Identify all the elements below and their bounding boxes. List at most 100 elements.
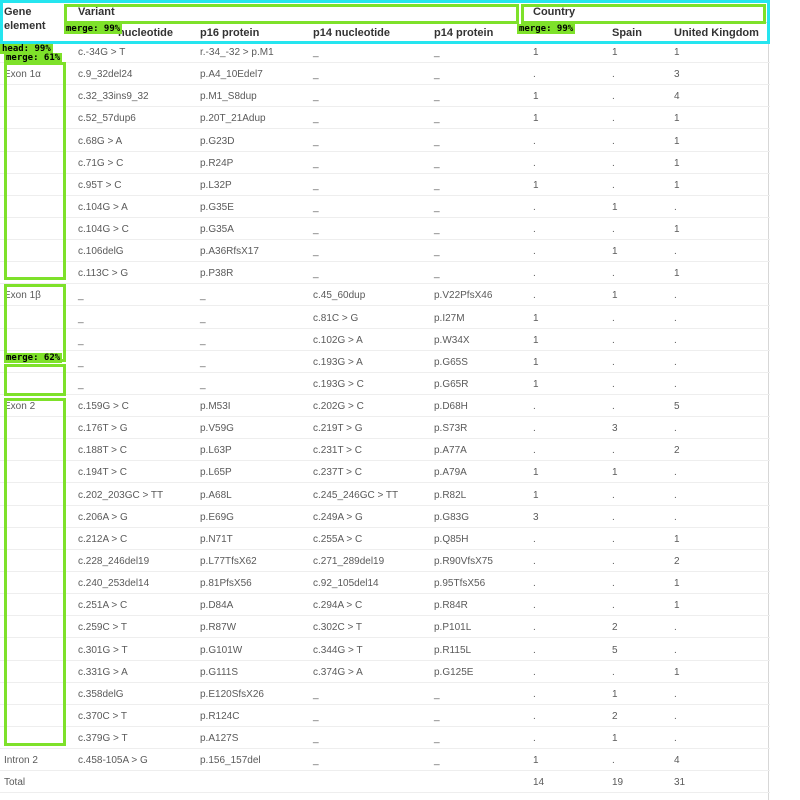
table-cell: 1 (612, 47, 618, 58)
table-cell: . (533, 158, 536, 169)
table-cell: p.S73R (434, 423, 468, 434)
table-row (0, 283, 770, 284)
table-cell: r.-34_-32 > p.M1 (200, 47, 274, 58)
table-cell: p.V59G (200, 423, 234, 434)
table-cell: 1 (674, 268, 680, 279)
table-cell: . (612, 180, 615, 191)
table-cell: 1 (533, 755, 539, 766)
table-cell: . (533, 578, 536, 589)
table-cell: . (674, 733, 677, 744)
table-cell: 1 (533, 113, 539, 124)
table-cell: p.A127S (200, 733, 239, 744)
table-cell: _ (434, 268, 440, 279)
table-cell: . (612, 357, 615, 368)
table-cell: _ (434, 69, 440, 80)
gene-element-cell: Total (4, 777, 26, 788)
table-cell: p.E120SfsX26 (200, 689, 264, 700)
table-cell: p.G101W (200, 645, 243, 656)
table-cell: c.237T > C (313, 467, 363, 478)
table-cell: c.104G > C (78, 224, 129, 235)
table-cell: _ (313, 180, 319, 191)
table-cell: 1 (674, 224, 680, 235)
table-cell: . (612, 578, 615, 589)
table-cell: _ (313, 689, 319, 700)
table-cell: p.R24P (200, 158, 234, 169)
table-cell: . (674, 335, 677, 346)
table-cell: _ (78, 335, 84, 346)
table-cell: . (612, 512, 615, 523)
table-cell: 1 (612, 290, 618, 301)
table-cell: . (612, 445, 615, 456)
table-cell: _ (434, 224, 440, 235)
table-cell: p.P38R (200, 268, 234, 279)
table-cell: p.R87W (200, 622, 237, 633)
table-row (0, 549, 770, 550)
table-cell: . (612, 313, 615, 324)
table-cell: c.249A > G (313, 512, 363, 523)
table-cell: . (533, 290, 536, 301)
table-cell: c.113C > G (78, 268, 129, 279)
table-cell: _ (313, 69, 319, 80)
table-cell: _ (434, 755, 440, 766)
table-cell: p.Q85H (434, 534, 469, 545)
table-cell: c.302C > T (313, 622, 363, 633)
table-cell: c.102G > A (313, 335, 363, 346)
table-cell: _ (434, 47, 440, 58)
table-cell: . (612, 600, 615, 611)
table-row (0, 372, 770, 373)
table-cell: p.W34X (434, 335, 470, 346)
table-row (0, 527, 770, 528)
table-cell: c.202_203GC > TT (78, 490, 164, 501)
table-cell: 1 (674, 136, 680, 147)
table-cell: 1 (533, 467, 539, 478)
table-cell: _ (313, 733, 319, 744)
table-cell: c.240_253del14 (78, 578, 150, 589)
table-cell: c.301G > T (78, 645, 128, 656)
table-row (0, 128, 770, 129)
table-cell: _ (434, 158, 440, 169)
table-cell: _ (313, 246, 319, 257)
table-cell: . (533, 268, 536, 279)
table-cell: 14 (533, 777, 545, 788)
table-row (0, 748, 770, 749)
table-cell: _ (200, 335, 206, 346)
table-row (0, 217, 770, 218)
table-cell: c.194T > C (78, 467, 128, 478)
table-cell: c.458-105A > G (78, 755, 148, 766)
table-cell: . (612, 335, 615, 346)
table-cell: 1 (674, 667, 680, 678)
table-cell: . (612, 667, 615, 678)
table-cell: _ (434, 202, 440, 213)
table-cell: c.251A > C (78, 600, 128, 611)
table-cell: p.R84R (434, 600, 468, 611)
table-cell: . (674, 512, 677, 523)
table-row (0, 416, 770, 417)
table-cell: _ (200, 357, 206, 368)
table-row (0, 328, 770, 329)
table-cell: c.95T > C (78, 180, 122, 191)
table-cell: c.344G > T (313, 645, 363, 656)
table-cell: . (533, 445, 536, 456)
table-cell: c.9_32del24 (78, 69, 133, 80)
table-cell: 1 (674, 180, 680, 191)
table-cell: p.G65S (434, 357, 468, 368)
table-cell: c.68G > A (78, 136, 123, 147)
table-cell: . (533, 733, 536, 744)
table-cell: 1 (674, 578, 680, 589)
table-cell: c.159G > C (78, 401, 129, 412)
table-row (0, 106, 770, 107)
table-cell: 5 (674, 401, 680, 412)
table-cell: . (674, 423, 677, 434)
table-cell: . (674, 711, 677, 722)
table-cell: p.G65R (434, 379, 469, 390)
table-cell: _ (78, 313, 84, 324)
table-cell: c.231T > C (313, 445, 363, 456)
table-cell: 1 (612, 689, 618, 700)
table-cell: c.202G > C (313, 401, 364, 412)
table-cell: c.259C > T (78, 622, 128, 633)
table-cell: p.A77A (434, 445, 467, 456)
exon1a-merge-tag: merge: 61% (4, 53, 63, 63)
table-cell: p.156_157del (200, 755, 261, 766)
table-cell: _ (313, 47, 319, 58)
table-cell: p.L63P (200, 445, 232, 456)
